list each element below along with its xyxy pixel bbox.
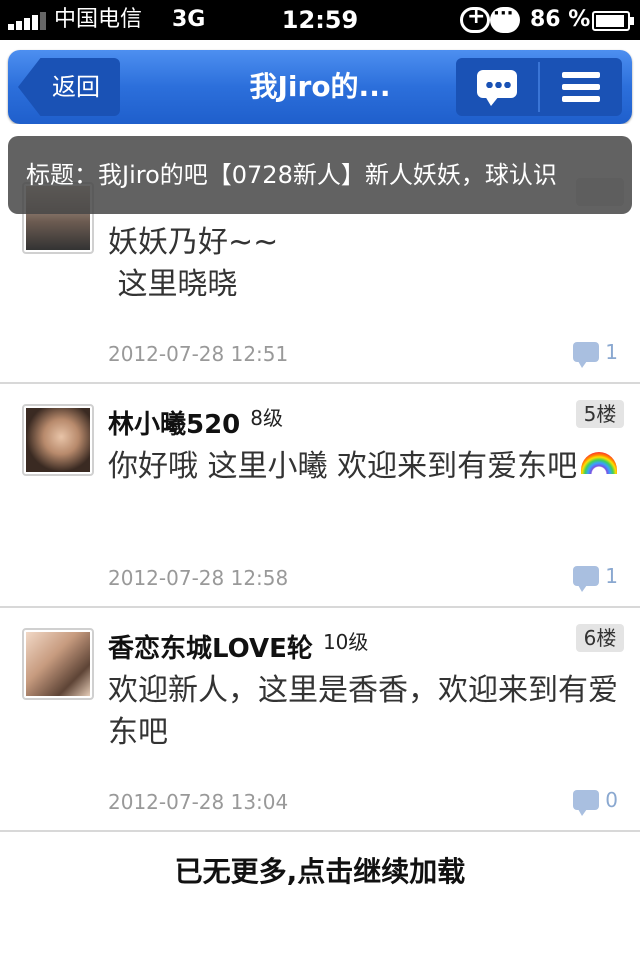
reply-bubble-icon [573, 790, 600, 816]
user-level: 10级 [322, 630, 369, 654]
post-username[interactable]: 林小曦520 8级 [108, 400, 283, 443]
post-content: 妖妖乃好~~ 这里晓晓 [108, 225, 279, 302]
reply-count[interactable]: 0 [573, 786, 618, 816]
nav-actions [456, 58, 622, 116]
orientation-lock-icon [460, 4, 490, 33]
post-item[interactable]: 林小曦520 8级 5楼 你好哦 这里小曦 欢迎来到有爱东吧 2012-07-28… [0, 384, 640, 608]
page-title: 我Jiro的... [249, 70, 391, 103]
battery-percentage: 86 % [530, 7, 591, 32]
user-level: 8级 [250, 406, 284, 430]
reply-count[interactable]: 1 [573, 338, 618, 368]
post-item[interactable]: 香恋东城LOVE轮 10级 6楼 欢迎新人，这里是香香，欢迎来到有爱东吧 2012… [0, 608, 640, 832]
load-more-button[interactable]: 已无更多,点击继续加载 [0, 832, 640, 912]
post-content: 欢迎新人，这里是香香，欢迎来到有爱东吧 [108, 673, 618, 750]
post-timestamp: 2012-07-28 12:58 [108, 566, 289, 590]
navigation-bar: 返回 我Jiro的... [8, 50, 632, 124]
post-content: 你好哦 这里小曦 欢迎来到有爱东吧 [108, 446, 618, 488]
rainbow-emoji-icon [581, 452, 618, 474]
reply-count[interactable]: 1 [573, 562, 618, 592]
reply-button[interactable] [456, 58, 538, 116]
battery-icon [592, 11, 634, 31]
menu-icon [562, 72, 600, 78]
floor-badge: 6楼 [576, 624, 624, 652]
status-bar: 中国电信 3G 12:59 86 % [0, 0, 640, 40]
back-button[interactable]: 返回 [18, 58, 120, 116]
message-status-icon [490, 3, 520, 33]
menu-button[interactable] [540, 58, 622, 116]
post-timestamp: 2012-07-28 12:51 [108, 342, 289, 366]
post-username[interactable]: 香恋东城LOVE轮 10级 [108, 624, 368, 667]
avatar[interactable] [22, 628, 94, 700]
avatar[interactable] [22, 404, 94, 476]
reply-bubble-icon [573, 566, 600, 592]
reply-bubble-icon [573, 342, 600, 368]
thread-title-tooltip: 标题：我Jiro的吧【0728新人】新人妖妖，球认识 [8, 136, 632, 214]
post-timestamp: 2012-07-28 13:04 [108, 790, 289, 814]
floor-badge: 5楼 [576, 400, 624, 428]
